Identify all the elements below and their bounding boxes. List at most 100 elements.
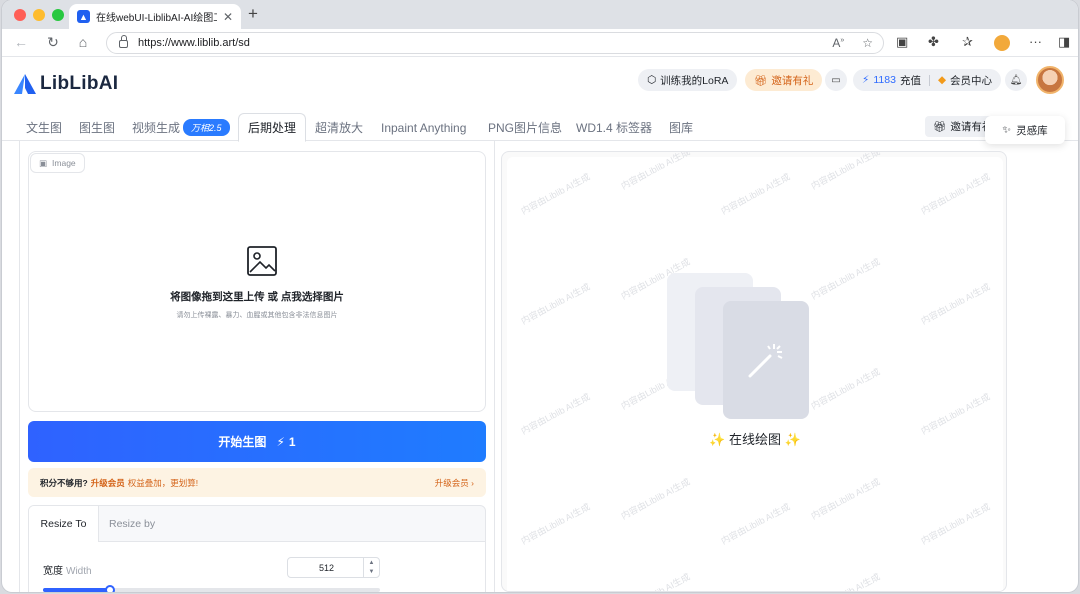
watermark-text: 内容由Liblib AI生成 [519,281,592,327]
image-upload-dropzone[interactable]: ▣ Image 将图像拖到这里上传 或 点我选择图片 请勿上传裸露、暴力、血腥或… [28,151,486,412]
lock-icon [119,35,128,48]
read-aloud-icon[interactable]: A» [832,36,844,50]
resize-body: 宽度 Width 512 ▲ ▼ [29,541,485,592]
url-text: https://www.liblib.art/sd [138,37,250,49]
watermark-text: 内容由Liblib AI生成 [618,570,692,591]
favorite-star-icon[interactable]: ☆ [862,36,873,50]
generate-button[interactable]: 开始生图 ⚡︎ 1 [28,421,486,462]
gift-icon: 🎁︎ [933,121,947,133]
width-label-zh: 宽度 [43,566,63,577]
close-window-button[interactable] [14,9,26,21]
diamond-icon: ◆ [937,74,947,86]
maximize-window-button[interactable] [52,9,64,21]
upgrade-link[interactable]: 升级会员 › [435,477,474,489]
placeholder-card [723,301,809,419]
width-slider-thumb[interactable] [105,585,116,592]
watermark-text: 内容由Liblib AI生成 [619,151,692,192]
preview-canvas: 内容由Liblib AI生成 内容由Liblib AI生成 内容由Liblib AI… [507,152,1003,591]
sparkle-icon: ✨︎ [1002,123,1012,136]
watermark-text: 内容由Liblib AI生成 [919,501,992,547]
invite-label: 邀请有礼 [771,74,814,87]
window-controls [14,9,64,21]
width-value: 512 [318,562,335,573]
logo-text: LibLibAI [40,73,119,94]
more-menu-icon[interactable]: ··· [1029,34,1042,49]
width-stepper[interactable]: ▲ ▼ [363,558,379,577]
tab-resize-to[interactable]: Resize To [29,506,99,541]
address-bar[interactable]: https://www.liblib.art/sd A» ☆ [106,32,884,54]
train-lora-button[interactable]: ⬡ 训练我的LoRA [638,69,738,91]
function-tabs: 文生图 图生图 视频生成 万相2.5 后期处理 超清放大 Inpaint Any… [2,107,1078,142]
browser-tab[interactable]: ▲ 在线webUI-LiblibAI-AI绘图工具 ✕ [69,4,241,29]
extensions-icon[interactable]: ✤ [928,34,939,50]
divider [928,74,930,86]
chevron-down-icon[interactable]: ▼ [369,569,375,575]
width-label: 宽度 Width [43,562,92,577]
watermark-text: 内容由Liblib AI生成 [809,476,882,522]
tab-postprocess[interactable]: 后期处理 [238,113,307,142]
credits-pill[interactable]: ⚡ 1183 充值 ◆ 会员中心 [853,69,1002,91]
tab-png-info[interactable]: PNG图片信息 [488,114,562,141]
chevron-up-icon[interactable]: ▲ [369,560,375,566]
cube-icon: ⬡ [647,74,657,86]
online-draw-text: 在线绘图 [728,432,781,447]
image-placeholder-icon [247,246,277,276]
left-panel: ▣ Image 将图像拖到这里上传 或 点我选择图片 请勿上传裸露、暴力、血腥或… [19,141,495,592]
watermark-text: 内容由Liblib AI生成 [719,171,792,217]
browser-toolbar: ← ↻ ⌂ https://www.liblib.art/sd A» ☆ ▣ ✤… [2,29,1078,57]
tab-inpaint-anything[interactable]: Inpaint Anything [381,114,466,141]
folder-button[interactable]: ▭ [825,69,847,91]
generate-cost: 1 [288,434,296,449]
upgrade-banner: 积分不够用? 升级会员 权益叠加，更划算! 升级会员 › [28,468,486,497]
tab-img2img[interactable]: 图生图 [79,114,115,141]
width-slider[interactable] [43,585,380,592]
inspiration-label: 灵感库 [1016,124,1048,137]
generate-label: 开始生图 [218,435,267,449]
minimize-window-button[interactable] [33,9,45,21]
browser-profile-avatar[interactable] [994,35,1010,51]
tab-video-label: 视频生成 [132,121,181,135]
sparkle-icon: ✨ [784,432,801,447]
collections-icon[interactable]: ▣ [896,34,908,50]
user-avatar[interactable] [1036,66,1064,94]
banner-question: 积分不够用? [40,477,88,488]
watermark-text: 内容由Liblib AI生成 [809,256,882,302]
notifications-button[interactable]: 🔔︎ [1005,69,1027,91]
wanxiang-badge: 万相2.5 [183,119,230,136]
new-tab-icon[interactable]: + [248,4,258,24]
member-center-link[interactable]: 会员中心 [950,73,992,88]
sidebar-toggle-icon[interactable]: ◨ [1058,34,1070,50]
watermark-text: 内容由Liblib AI生成 [808,570,882,591]
upload-title: 将图像拖到这里上传 或 点我选择图片 [170,291,344,303]
watermark-text: 内容由Liblib AI生成 [919,171,992,217]
bell-icon: 🔔︎ [1009,74,1023,86]
tab-gallery[interactable]: 图库 [669,114,693,141]
inspiration-button[interactable]: ✨︎ 灵感库 [985,116,1065,144]
upload-subtitle: 请勿上传裸露、暴力、血腥或其他包含非法信息图片 [176,312,338,319]
width-slider-fill [43,588,111,592]
image-chip: ▣ Image [30,153,85,173]
recharge-link[interactable]: 充值 [900,73,921,88]
image-chip-label: Image [52,158,76,168]
liblib-logo-icon [14,74,36,94]
tab-wd14-tagger[interactable]: WD1.4 标签器 [576,114,652,141]
lightning-icon: ⚡ [862,74,870,86]
close-tab-icon[interactable]: ✕ [223,10,233,24]
width-label-en: Width [66,566,92,577]
invite-button[interactable]: 🎁︎ 邀请有礼 [745,69,823,91]
tab-txt2img[interactable]: 文生图 [26,114,62,141]
liblib-logo[interactable]: LibLibAI [14,73,118,95]
tab-video[interactable]: 视频生成 万相2.5 [132,114,230,141]
reload-icon[interactable]: ↻ [44,34,62,51]
watermark-text: 内容由Liblib AI生成 [719,501,792,547]
banner-benefit-text: 权益叠加，更划算! [127,477,199,488]
gift-icon: 🎁︎ [754,74,768,87]
watermark-text: 内容由Liblib AI生成 [519,171,592,217]
lightning-icon: ⚡︎ [276,434,285,449]
favorites-icon[interactable]: ✰ [962,34,973,50]
back-icon[interactable]: ← [12,34,30,50]
tab-upscale[interactable]: 超清放大 [315,114,363,141]
home-icon[interactable]: ⌂ [74,34,92,50]
tab-resize-by[interactable]: Resize by [109,506,155,541]
width-input[interactable]: 512 ▲ ▼ [287,557,380,578]
